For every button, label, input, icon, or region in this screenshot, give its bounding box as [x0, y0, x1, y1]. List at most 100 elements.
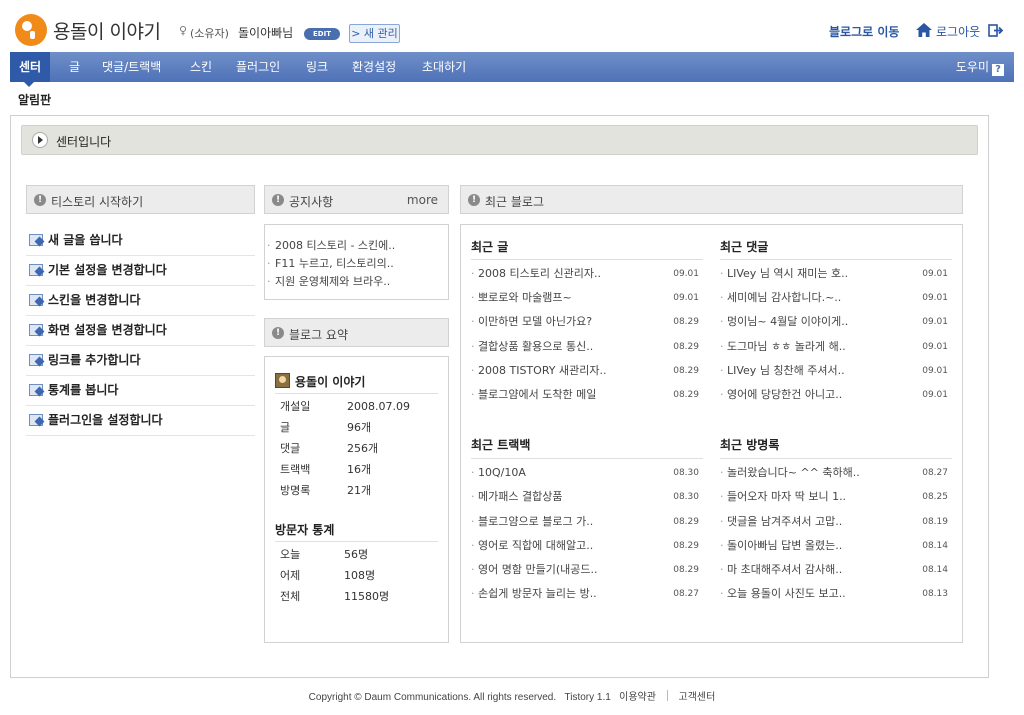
recent-guestbook-item[interactable]: 마 초대해주셔서 감사해.. 08.14 [720, 558, 952, 582]
home-icon[interactable] [916, 23, 932, 37]
summary-box-header: ! 블로그 요약 [264, 318, 449, 347]
item-date: 09.01 [922, 269, 948, 279]
item-text: 놀러왔습니다~ ^^ 축하해.. [727, 466, 860, 479]
goto-blog-link[interactable]: 블로그로 이동 [829, 23, 899, 40]
help-label: 도우미 [955, 60, 989, 74]
recent-comment-item[interactable]: 도그마님 ㅎㅎ 놀라게 해.. 09.01 [720, 335, 952, 359]
recent-comment-item[interactable]: 영어에 당당한건 아니고.. 09.01 [720, 383, 952, 407]
visitor-label: 전체 [280, 590, 301, 603]
subnav-noticeboard[interactable]: 알림판 [18, 91, 51, 108]
summary-value: 21개 [347, 484, 372, 497]
notice-item[interactable]: F11 누르고, 티스토리의.. [265, 255, 448, 273]
nav-item-links[interactable]: 링크 [306, 52, 328, 82]
start-item-plugins[interactable]: 플러그인을 설정합니다 [26, 406, 255, 436]
summary-value: 256개 [347, 442, 379, 455]
recent-comment-item[interactable]: LIVey 님 역시 재미는 호.. 09.01 [720, 262, 952, 286]
visitor-label: 어제 [280, 569, 301, 582]
recent-post-item[interactable]: 2008 TISTORY 새관리자.. 08.29 [471, 359, 703, 383]
center-bar: 센터입니다 [21, 125, 978, 155]
item-text: 10Q/10A [478, 466, 526, 479]
start-item-label: 통계를 봅니다 [48, 383, 119, 397]
recent-comment-item[interactable]: 세미예님 감사합니다.~.. 09.01 [720, 286, 952, 310]
blog-title[interactable]: 용돌이 이야기 [53, 17, 161, 44]
recent-box-title: 최근 블로그 [485, 195, 545, 209]
support-link[interactable]: 고객센터 [679, 692, 716, 703]
item-date: 09.01 [922, 342, 948, 352]
recent-post-item[interactable]: 블로그얌에서 도착한 메일 08.29 [471, 383, 703, 407]
item-text: 2008 TISTORY 새관리자.. [478, 364, 607, 377]
item-text: 영어 명함 만들기(내공드.. [478, 563, 598, 576]
item-text: 블로그얌으로 블로그 가.. [478, 515, 594, 528]
recent-post-item[interactable]: 뽀로로와 마술램프~ 09.01 [471, 286, 703, 310]
help-button[interactable]: 도우미? [956, 52, 1004, 82]
recent-box: 최근 글 2008 티스토리 신관리자.. 09.01 뽀로로와 마술램프~ 09.… [460, 224, 963, 643]
item-date: 08.25 [922, 492, 948, 502]
notice-more-link[interactable]: more [407, 193, 438, 207]
recent-trackback-item[interactable]: 10Q/10A 08.30 [471, 461, 703, 485]
summary-label: 댓글 [280, 442, 301, 455]
nav-item-comments-trackbacks[interactable]: 댓글/트랙백 [102, 52, 161, 82]
nav-item-settings[interactable]: 환경설정 [352, 52, 396, 82]
start-item-new-post[interactable]: 새 글을 씁니다 [26, 226, 255, 256]
item-text: 뽀로로와 마술램프~ [478, 291, 572, 304]
start-item-label: 스킨을 변경합니다 [48, 293, 141, 307]
visitor-row: 오늘 56명 [280, 544, 368, 565]
nav-item-invite[interactable]: 초대하기 [422, 52, 466, 82]
recent-trackback-item[interactable]: 손쉽게 방문자 늘리는 방.. 08.27 [471, 582, 703, 606]
summary-blog-name[interactable]: 용돌이 이야기 [295, 373, 365, 390]
divider [666, 690, 668, 701]
divider [720, 458, 952, 459]
logout-link[interactable]: 로그아웃 [936, 23, 980, 40]
recent-trackback-item[interactable]: 블로그얌으로 블로그 가.. 08.29 [471, 510, 703, 534]
divider [275, 541, 438, 542]
summary-row: 방명록 21개 [280, 480, 371, 501]
summary-value: 16개 [347, 463, 372, 476]
item-date: 08.19 [922, 517, 948, 527]
nav-item-plugins[interactable]: 플러그인 [236, 52, 280, 82]
terms-link[interactable]: 이용약관 [619, 692, 656, 703]
recent-comment-item[interactable]: LIVey 님 칭찬해 주셔서.. 09.01 [720, 359, 952, 383]
start-item-basic-settings[interactable]: 기본 설정을 변경합니다 [26, 256, 255, 286]
start-item-screen-settings[interactable]: 화면 설정을 변경합니다 [26, 316, 255, 346]
logout-icon[interactable] [988, 24, 1004, 37]
recent-guestbook-item[interactable]: 오늘 용돌이 사진도 보고.. 08.13 [720, 582, 952, 606]
item-text: LIVey 님 역시 재미는 호.. [727, 267, 849, 280]
recent-trackback-item[interactable]: 메가패스 결합상품 08.30 [471, 485, 703, 509]
recent-post-item[interactable]: 이만하면 모델 아닌가요? 08.29 [471, 310, 703, 334]
tistory-logo-icon[interactable] [15, 14, 47, 46]
nav-item-skin[interactable]: 스킨 [190, 52, 212, 82]
item-text: 오늘 용돌이 사진도 보고.. [727, 587, 846, 600]
recent-guestbook-item[interactable]: 돌이아빠님 답변 올렸는.. 08.14 [720, 534, 952, 558]
recent-guestbook-item[interactable]: 놀러왔습니다~ ^^ 축하해.. 08.27 [720, 461, 952, 485]
item-date: 09.01 [922, 293, 948, 303]
start-item-stats[interactable]: 통계를 봅니다 [26, 376, 255, 406]
notice-item[interactable]: 지원 운영체제와 브라우.. [265, 273, 448, 291]
nav-item-posts[interactable]: 글 [69, 52, 80, 82]
summary-label: 개설일 [280, 400, 311, 413]
recent-trackback-item[interactable]: 영어로 직합에 대해알고.. 08.29 [471, 534, 703, 558]
item-text: 2008 티스토리 신관리자.. [478, 267, 601, 280]
edit-button[interactable]: EDIT [304, 28, 340, 40]
nav-item-center[interactable]: 센터 [10, 52, 51, 87]
recent-comment-item[interactable]: 멍이님~ 4월달 이야이게.. 09.01 [720, 310, 952, 334]
recent-trackback-item[interactable]: 영어 명함 만들기(내공드.. 08.29 [471, 558, 703, 582]
new-manage-button[interactable]: > 새 관리 [349, 24, 400, 43]
start-item-label: 기본 설정을 변경합니다 [48, 263, 167, 277]
start-item-skin[interactable]: 스킨을 변경합니다 [26, 286, 255, 316]
recent-post-item[interactable]: 2008 티스토리 신관리자.. 09.01 [471, 262, 703, 286]
item-date: 09.01 [922, 317, 948, 327]
start-item-label: 링크를 추가합니다 [48, 353, 141, 367]
pencil-doc-icon [29, 324, 43, 336]
recent-guestbook-item[interactable]: 댓글을 남겨주셔서 고맙.. 08.19 [720, 510, 952, 534]
item-date: 08.29 [673, 565, 699, 575]
recent-guestbook-item[interactable]: 들어오자 마자 딱 보니 1.. 08.25 [720, 485, 952, 509]
summary-label: 트랙백 [280, 463, 311, 476]
start-item-add-link[interactable]: 링크를 추가합니다 [26, 346, 255, 376]
recent-post-item[interactable]: 결합상품 활용으로 통신.. 08.29 [471, 335, 703, 359]
summary-row: 글 96개 [280, 417, 371, 438]
main-nav: 센터 글 댓글/트랙백 스킨 플러그인 링크 환경설정 초대하기 도우미? [10, 52, 1014, 87]
item-date: 08.30 [673, 468, 699, 478]
visitor-value: 56명 [344, 548, 369, 561]
visitor-row: 어제 108명 [280, 565, 375, 586]
notice-item[interactable]: 2008 티스토리 - 스킨에.. [265, 237, 448, 255]
